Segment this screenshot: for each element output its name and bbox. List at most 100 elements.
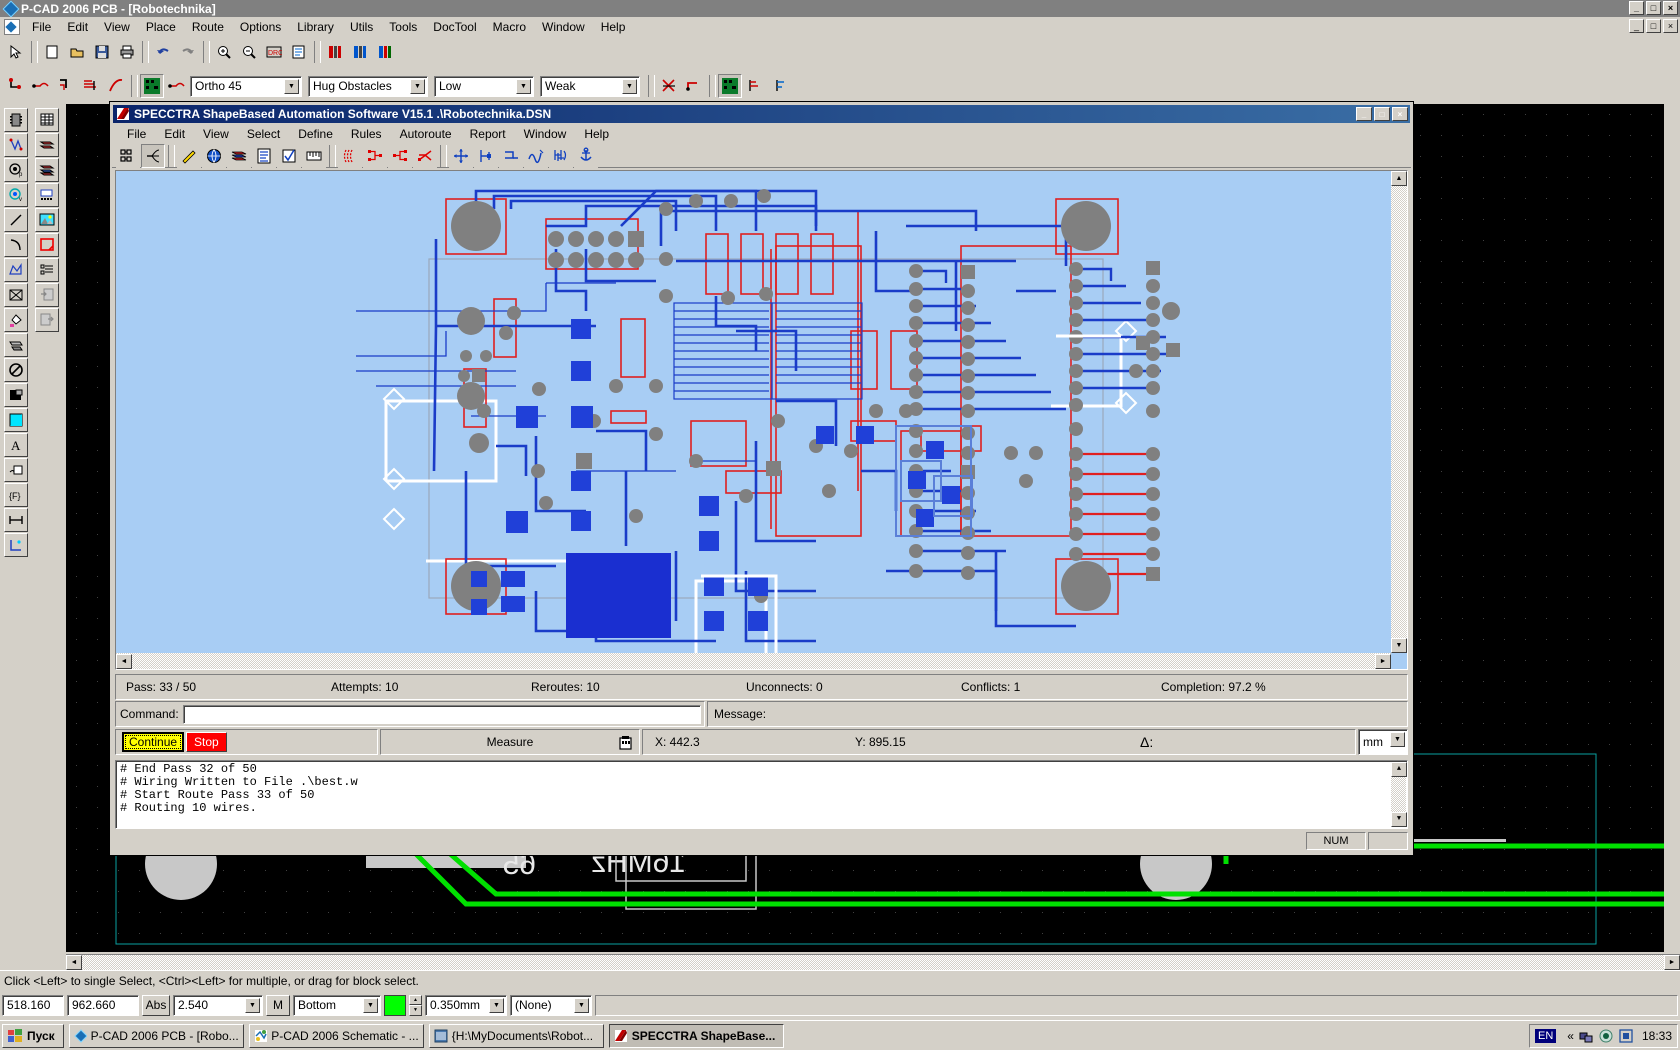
spectra-pcb-canvas[interactable] (116, 171, 1391, 653)
chevron-down-icon[interactable]: ▼ (489, 997, 504, 1013)
chevron-down-icon[interactable]: ▼ (574, 997, 589, 1013)
wave-icon[interactable] (524, 143, 548, 168)
minimize-button[interactable]: _ (1629, 1, 1644, 15)
menu-help[interactable]: Help (593, 18, 634, 36)
place-pad-icon[interactable]: p (4, 158, 28, 182)
mdi-close-button[interactable]: × (1663, 19, 1678, 33)
open-file-icon[interactable] (65, 40, 89, 64)
pad-style-icon[interactable] (35, 183, 59, 207)
layer-combo[interactable]: Bottom ▼ (293, 994, 381, 1016)
globe-icon[interactable] (202, 143, 226, 168)
route-manual-icon[interactable] (4, 74, 28, 98)
autorouter-run-icon[interactable] (768, 74, 792, 98)
start-button[interactable]: Пуск (2, 1023, 64, 1048)
route-miter-icon[interactable] (54, 74, 78, 98)
spectra-menu-select[interactable]: Select (238, 125, 289, 143)
layer-set-icon[interactable] (35, 158, 59, 182)
image-icon[interactable] (35, 208, 59, 232)
layer-red-icon[interactable] (323, 40, 347, 64)
measure-icon[interactable] (618, 734, 633, 751)
taskbar-item-spectra[interactable]: SPECCTRA ShapeBase... (608, 1023, 784, 1048)
spectra-menu-autoroute[interactable]: Autoroute (391, 125, 461, 143)
drc-icon[interactable]: DRC (262, 40, 286, 64)
metric-toggle-button[interactable]: M (266, 994, 290, 1016)
menu-options[interactable]: Options (232, 18, 289, 36)
route-ortho-icon[interactable] (682, 74, 706, 98)
tray-expand-icon[interactable]: « (1567, 1029, 1574, 1043)
taskbar-item-explorer[interactable]: {H:\MyDocuments\Robot... (428, 1023, 604, 1048)
chevron-down-icon[interactable]: ▼ (1390, 732, 1405, 747)
board-outline-icon[interactable] (35, 233, 59, 257)
taskbar-item-pcad-pcb[interactable]: P-CAD 2006 PCB - [Robo... (68, 1023, 244, 1048)
x-coordinate-field[interactable]: 518.160 (2, 994, 64, 1016)
log-vertical-scrollbar[interactable]: ▲ ▼ (1391, 762, 1407, 827)
ruler-icon[interactable] (302, 143, 326, 168)
smooth-icon[interactable] (549, 143, 573, 168)
spectra-menu-window[interactable]: Window (515, 125, 576, 143)
place-line-icon[interactable] (4, 208, 28, 232)
chevron-down-icon[interactable]: ▼ (410, 78, 425, 94)
place-attribute-icon[interactable] (4, 458, 28, 482)
units-combo[interactable]: mm ▼ (1358, 729, 1408, 755)
pointer-icon[interactable] (4, 40, 28, 64)
report-text-icon[interactable] (252, 143, 276, 168)
place-datum-icon[interactable] (4, 533, 28, 557)
close-button[interactable]: × (1663, 1, 1678, 15)
autoroute-start-icon[interactable] (338, 143, 362, 168)
autorouter-setup-icon[interactable] (743, 74, 767, 98)
scroll-left-button[interactable]: ◄ (66, 955, 82, 970)
properties-list-icon[interactable] (35, 258, 59, 282)
pcad-horizontal-scrollbar[interactable]: ◄ ► (66, 954, 1680, 970)
canvas-scroll-up-button[interactable]: ▲ (1391, 171, 1407, 186)
pcad-vertical-scrollbar[interactable] (1664, 104, 1680, 954)
menu-macro[interactable]: Macro (485, 18, 534, 36)
checkbox-rules-icon[interactable] (277, 143, 301, 168)
spectra-menu-view[interactable]: View (194, 125, 238, 143)
language-indicator[interactable]: EN (1535, 1029, 1557, 1043)
log-scroll-down-button[interactable]: ▼ (1391, 812, 1407, 827)
canvas-scroll-left-button[interactable]: ◄ (116, 653, 132, 669)
route-autorouter-icon[interactable] (140, 74, 164, 98)
spectra-log-pane[interactable]: # End Pass 32 of 50 # Wiring Written to … (115, 760, 1408, 829)
layer-blue-icon[interactable] (348, 40, 372, 64)
place-plane-icon[interactable] (4, 283, 28, 307)
layer-stack-icon[interactable] (35, 133, 59, 157)
chevron-down-icon[interactable]: ▼ (516, 78, 531, 94)
new-file-icon[interactable] (40, 40, 64, 64)
highlight-icon[interactable] (177, 143, 201, 168)
spectra-close-button[interactable]: × (1392, 107, 1408, 121)
spectra-window-buttons[interactable]: _ □ × (1356, 107, 1408, 121)
undo-icon[interactable] (151, 40, 175, 64)
abs-rel-toggle-button[interactable]: Abs (142, 994, 170, 1016)
place-copper-pour-icon[interactable] (4, 333, 28, 357)
canvas-scroll-right-button[interactable]: ► (1375, 653, 1391, 669)
anchor-icon[interactable] (574, 143, 598, 168)
layer-multi-icon[interactable] (373, 40, 397, 64)
placement-grid-icon[interactable] (116, 143, 140, 168)
route-selected-icon[interactable] (388, 143, 412, 168)
place-keepout-icon[interactable] (4, 358, 28, 382)
chevron-down-icon[interactable]: ▼ (284, 78, 299, 94)
spectra-maximize-button[interactable]: □ (1374, 107, 1390, 121)
place-via-icon[interactable]: v (4, 183, 28, 207)
route-interactive-icon[interactable] (29, 74, 53, 98)
spectra-canvas-vscrollbar[interactable]: ▲ ▼ (1391, 171, 1407, 653)
fanout-icon[interactable] (141, 143, 165, 168)
line-width-combo[interactable]: 0.350mm ▼ (425, 994, 507, 1016)
spectra-menu-file[interactable]: File (118, 125, 155, 143)
grid-icon[interactable] (35, 108, 59, 132)
spectra-menu-report[interactable]: Report (461, 125, 515, 143)
spectra-minimize-button[interactable]: _ (1356, 107, 1372, 121)
clock[interactable]: 18:33 (1642, 1029, 1672, 1043)
autorouter-launch-icon[interactable] (718, 74, 742, 98)
place-fill-icon[interactable] (4, 308, 28, 332)
menu-place[interactable]: Place (138, 18, 184, 36)
stop-button[interactable]: Stop (186, 732, 227, 752)
route-diagonal-icon[interactable] (413, 143, 437, 168)
mdi-minimize-button[interactable]: _ (1629, 19, 1644, 33)
chevron-down-icon[interactable]: ▼ (363, 997, 378, 1013)
length-icon[interactable] (499, 143, 523, 168)
layer-color-swatch[interactable] (384, 994, 406, 1016)
align-icon[interactable] (474, 143, 498, 168)
route-bus-icon[interactable] (79, 74, 103, 98)
